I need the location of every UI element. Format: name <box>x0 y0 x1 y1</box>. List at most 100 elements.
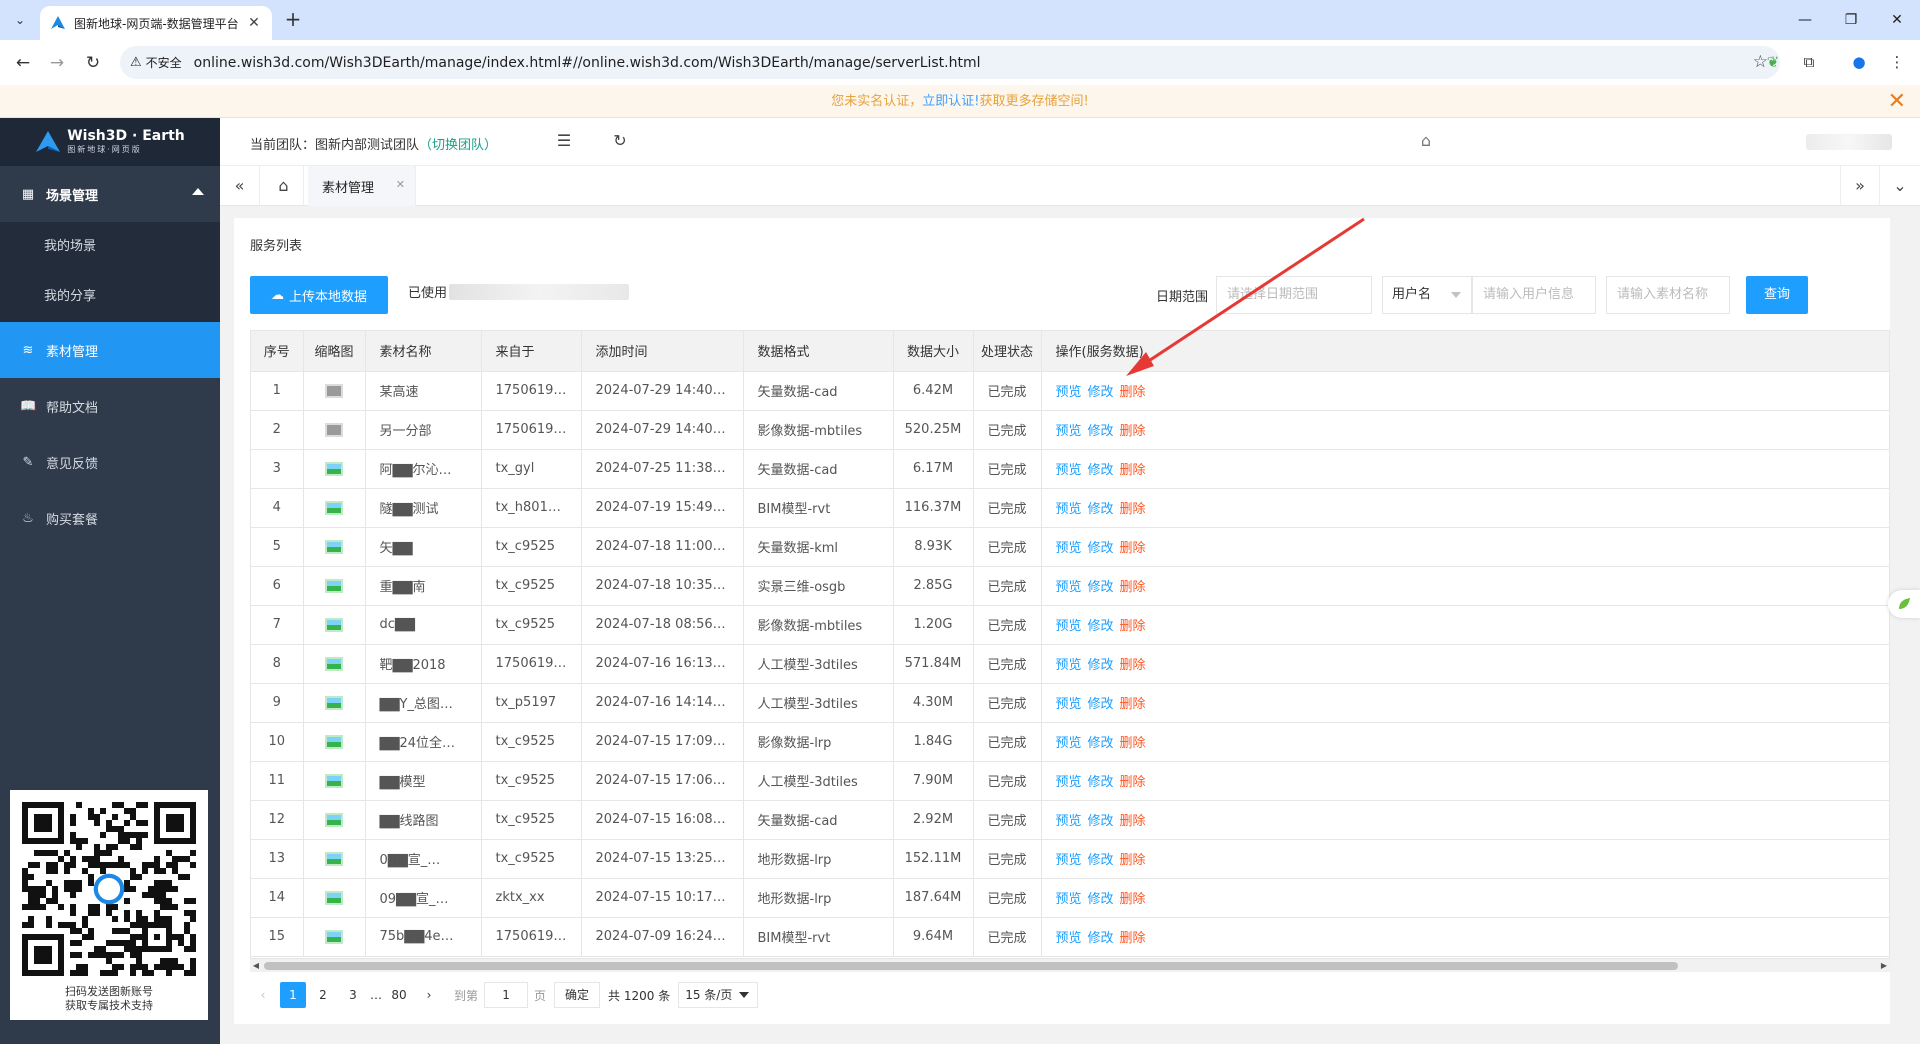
edit-link[interactable]: 修改 <box>1088 853 1114 868</box>
edit-link[interactable]: 修改 <box>1088 463 1114 478</box>
delete-link[interactable]: 删除 <box>1120 463 1146 478</box>
tabs-dropdown-chevron-icon[interactable]: ⌄ <box>1880 166 1920 206</box>
image-thumbnail-icon[interactable] <box>325 695 343 710</box>
sidebar-item-my-scenes[interactable]: 我的场景 <box>0 222 220 272</box>
preview-link[interactable]: 预览 <box>1056 385 1082 400</box>
window-close-icon[interactable]: ✕ <box>1882 8 1912 32</box>
col-header-from[interactable]: 来自于 <box>481 331 582 372</box>
delete-link[interactable]: 删除 <box>1120 697 1146 712</box>
page-3[interactable]: 3 <box>340 982 366 1008</box>
table-row[interactable]: 3 阿▇▇尔沁… tx_gyl 2024-07-25 11:38:45 矢量数据-cad… <box>251 449 1889 489</box>
page-size-select[interactable]: 15 条/页 <box>678 982 759 1008</box>
edit-link[interactable]: 修改 <box>1088 541 1114 556</box>
preview-link[interactable]: 预览 <box>1056 541 1082 556</box>
delete-link[interactable]: 删除 <box>1120 541 1146 556</box>
image-thumbnail-icon[interactable] <box>325 539 343 554</box>
image-thumbnail-icon[interactable] <box>325 890 343 905</box>
goto-page-input[interactable]: 1 <box>484 982 529 1008</box>
floating-leaf-icon[interactable] <box>1888 590 1920 618</box>
preview-link[interactable]: 预览 <box>1056 697 1082 712</box>
sidebar-item-help[interactable]: 📖 帮助文档 <box>0 378 220 434</box>
back-arrow-icon[interactable]: ← <box>10 50 36 76</box>
preview-link[interactable]: 预览 <box>1056 736 1082 751</box>
edit-link[interactable]: 修改 <box>1088 502 1114 517</box>
material-name-input[interactable]: 请输入素材名称 <box>1606 276 1730 314</box>
collapse-menu-icon[interactable]: ☰ <box>554 131 574 151</box>
prev-page-icon[interactable]: ‹ <box>250 982 276 1008</box>
switch-team-link[interactable]: （切换团队） <box>419 138 497 153</box>
edit-link[interactable]: 修改 <box>1088 619 1114 634</box>
sidebar-item-feedback[interactable]: ✎ 意见反馈 <box>0 434 220 490</box>
edit-link[interactable]: 修改 <box>1088 931 1114 946</box>
edit-link[interactable]: 修改 <box>1088 892 1114 907</box>
scroll-left-arrow-icon[interactable]: ◀ <box>250 959 262 973</box>
col-header-name[interactable]: 素材名称 <box>365 331 482 372</box>
user-info-input[interactable]: 请输入用户信息 <box>1472 276 1596 314</box>
image-thumbnail-icon[interactable] <box>325 461 343 476</box>
delete-link[interactable]: 删除 <box>1120 931 1146 946</box>
table-horizontal-scrollbar[interactable]: ◀ ▶ <box>250 958 1890 972</box>
table-row[interactable]: 5 矢▇▇ tx_c9525 2024-07-18 11:00:43 矢量数据-kml 8… <box>251 527 1889 567</box>
image-thumbnail-icon[interactable] <box>325 812 343 827</box>
delete-link[interactable]: 删除 <box>1120 424 1146 439</box>
placeholder-image-icon[interactable] <box>325 422 343 437</box>
table-row[interactable]: 10 ▇▇24位全… tx_c9525 2024-07-15 17:09:18 影像数据… <box>251 722 1889 762</box>
table-row[interactable]: 14 09▇▇宣_… zktx_xx 2024-07-15 10:17:43 地形数据-… <box>251 878 1889 918</box>
tabs-home-icon[interactable]: ⌂ <box>264 166 304 206</box>
delete-link[interactable]: 删除 <box>1120 853 1146 868</box>
preview-link[interactable]: 预览 <box>1056 424 1082 439</box>
image-thumbnail-icon[interactable] <box>325 656 343 671</box>
table-row[interactable]: 11 ▇▇模型 tx_c9525 2024-07-15 17:06:09 人工模型-3d… <box>251 761 1889 801</box>
browser-tab-active[interactable]: 图新地球-网页端-数据管理平台 ✕ <box>40 6 272 40</box>
delete-link[interactable]: 删除 <box>1120 385 1146 400</box>
tabs-scroll-right-icon[interactable]: » <box>1840 166 1880 206</box>
image-thumbnail-icon[interactable] <box>325 851 343 866</box>
profile-avatar-icon[interactable]: ● <box>1848 51 1870 73</box>
user-name-blurred[interactable] <box>1806 134 1892 150</box>
preview-link[interactable]: 预览 <box>1056 853 1082 868</box>
col-header-status[interactable]: 处理状态 <box>973 331 1042 372</box>
table-row[interactable]: 2 另一分部 1750619… 2024-07-29 14:40:03 影像数据-mbt… <box>251 410 1889 450</box>
delete-link[interactable]: 删除 <box>1120 892 1146 907</box>
table-row[interactable]: 13 0▇▇宣_… tx_c9525 2024-07-15 13:25:02 地形数据-… <box>251 839 1889 879</box>
next-page-icon[interactable]: › <box>416 982 442 1008</box>
edit-link[interactable]: 修改 <box>1088 424 1114 439</box>
verify-now-link[interactable]: 立即认证! <box>922 94 979 109</box>
table-row[interactable]: 8 靶▇▇2018 1750619… 2024-07-16 16:13:36 人工模型-… <box>251 644 1889 684</box>
new-tab-plus-icon[interactable]: + <box>282 9 304 31</box>
preview-link[interactable]: 预览 <box>1056 814 1082 829</box>
col-header-thumb[interactable]: 缩略图 <box>303 331 366 372</box>
tab-materials[interactable]: 素材管理 ✕ <box>308 166 416 206</box>
extensions-puzzle-icon[interactable]: ⧉ <box>1798 51 1820 73</box>
preview-link[interactable]: 预览 <box>1056 658 1082 673</box>
preview-link[interactable]: 预览 <box>1056 502 1082 517</box>
notice-close-icon[interactable]: ✕ <box>1888 85 1906 118</box>
window-restore-icon[interactable]: ❐ <box>1836 8 1866 32</box>
scroll-right-arrow-icon[interactable]: ▶ <box>1878 959 1890 973</box>
delete-link[interactable]: 删除 <box>1120 736 1146 751</box>
preview-link[interactable]: 预览 <box>1056 931 1082 946</box>
table-row[interactable]: 12 ▇▇线路图 tx_c9525 2024-07-15 16:08:12 矢量数据-c… <box>251 800 1889 840</box>
preview-link[interactable]: 预览 <box>1056 580 1082 595</box>
page-last[interactable]: 80 <box>386 982 412 1008</box>
col-header-no[interactable]: 序号 <box>251 331 304 372</box>
goto-confirm-button[interactable]: 确定 <box>554 982 601 1008</box>
page-2[interactable]: 2 <box>310 982 336 1008</box>
page-1[interactable]: 1 <box>280 982 306 1008</box>
upload-local-data-button[interactable]: ☁ 上传本地数据 <box>250 276 388 314</box>
image-thumbnail-icon[interactable] <box>325 578 343 593</box>
table-row[interactable]: 1 某高速 1750619… 2024-07-29 14:40:21 矢量数据-cad 6… <box>251 371 1889 411</box>
window-minimize-icon[interactable]: — <box>1790 8 1820 32</box>
sidebar-item-purchase[interactable]: ♨ 购买套餐 <box>0 490 220 546</box>
delete-link[interactable]: 删除 <box>1120 502 1146 517</box>
col-header-format[interactable]: 数据格式 <box>743 331 894 372</box>
address-bar[interactable]: ⚠ 不安全 online.wish3d.com/Wish3DEarth/mana… <box>120 46 1780 79</box>
query-button[interactable]: 查询 <box>1746 276 1808 314</box>
image-thumbnail-icon[interactable] <box>325 734 343 749</box>
tab-search-chevron-icon[interactable]: ⌄ <box>8 9 32 31</box>
edit-link[interactable]: 修改 <box>1088 697 1114 712</box>
table-row[interactable]: 9 ▇▇Y_总图… tx_p5197 2024-07-16 14:14:58 人工模型-… <box>251 683 1889 723</box>
edit-link[interactable]: 修改 <box>1088 385 1114 400</box>
delete-link[interactable]: 删除 <box>1120 619 1146 634</box>
date-range-input[interactable]: 请选择日期范围 <box>1216 276 1372 314</box>
